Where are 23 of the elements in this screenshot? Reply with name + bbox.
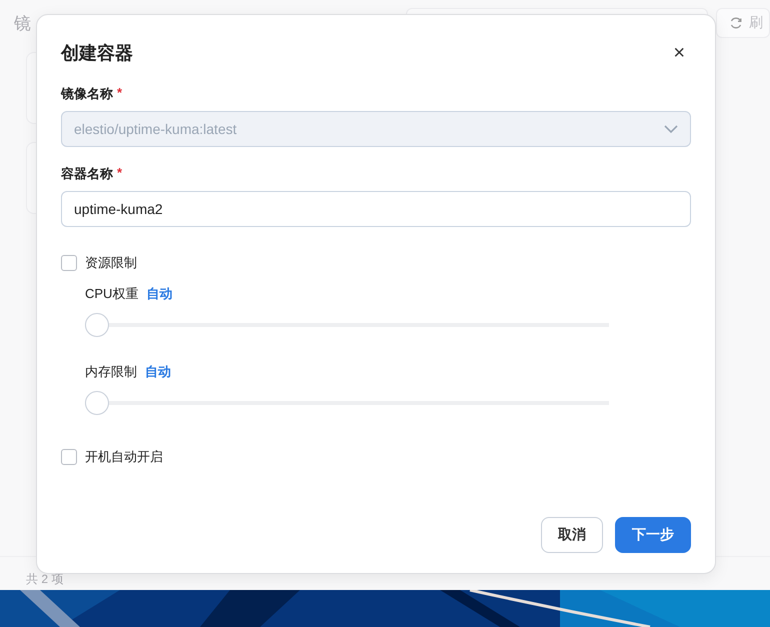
- slider-label: 内存限制: [85, 363, 137, 381]
- close-button[interactable]: ×: [667, 43, 691, 63]
- required-mark: *: [117, 165, 122, 182]
- slider-thumb[interactable]: [85, 313, 109, 337]
- slider-label: CPU权重: [85, 285, 138, 303]
- item-count: 共 2 项: [26, 571, 64, 588]
- slider-value: 自动: [145, 363, 171, 381]
- refresh-icon: [729, 16, 743, 30]
- slider-value: 自动: [146, 285, 172, 303]
- checkbox[interactable]: [61, 255, 77, 271]
- checkbox-label: 开机自动开启: [85, 448, 163, 466]
- field-label: 镜像名称: [61, 85, 113, 103]
- field-label: 容器名称: [61, 165, 113, 183]
- checkbox-label: 资源限制: [85, 254, 137, 272]
- page-title: 镜: [14, 12, 31, 34]
- dialog-title: 创建容器: [61, 42, 133, 65]
- input-field[interactable]: uptime-kuma2: [61, 191, 691, 227]
- cancel-button[interactable]: 取消: [541, 517, 603, 553]
- checkbox[interactable]: [61, 449, 77, 465]
- next-button[interactable]: 下一步: [615, 517, 691, 553]
- chevron-down-icon: [664, 124, 678, 134]
- slider-thumb[interactable]: [85, 391, 109, 415]
- required-mark: *: [117, 85, 122, 102]
